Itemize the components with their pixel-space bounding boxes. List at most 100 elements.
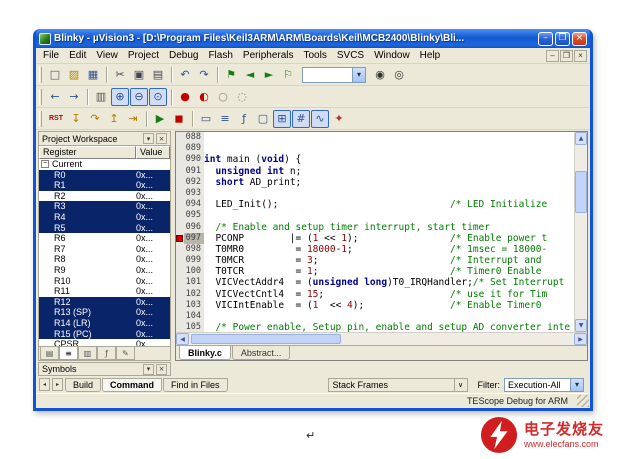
register-row-r9[interactable]: R90x...: [39, 265, 170, 276]
register-row-r1[interactable]: R10x...: [39, 180, 170, 191]
breakpoint-icon[interactable]: [176, 235, 183, 242]
breakpoint-margin[interactable]: [176, 154, 184, 165]
breakpoint-margin[interactable]: [176, 166, 184, 177]
kill-all-breakpoints-icon[interactable]: ◌: [233, 88, 251, 106]
column-header-value[interactable]: Value: [136, 146, 170, 159]
undo-icon[interactable]: ↶: [176, 66, 194, 84]
disable-breakpoint-icon[interactable]: ◐: [195, 88, 213, 106]
zoom-full-icon[interactable]: ⊙: [149, 88, 167, 106]
code-text[interactable]: /* Enable and setup timer interrupt, sta…: [204, 222, 574, 233]
logic-analyzer-icon[interactable]: ∿: [311, 110, 329, 128]
code-text[interactable]: [204, 132, 574, 143]
code-text[interactable]: PCONP |= (1 << 1); /* Enable power t: [204, 233, 574, 244]
code-text[interactable]: /* Power enable, Setup pin, enable and s…: [204, 322, 574, 332]
minimize-button[interactable]: –: [538, 32, 553, 46]
workspace-tab-books[interactable]: ▥: [78, 347, 97, 360]
code-text[interactable]: [204, 210, 574, 221]
stack-frames-panel[interactable]: Stack Frames ∨: [328, 378, 468, 392]
register-row-r12[interactable]: R120x...: [39, 297, 170, 308]
code-text[interactable]: unsigned int n;: [204, 166, 574, 177]
vertical-scroll-thumb[interactable]: [575, 171, 587, 213]
breakpoint-margin[interactable]: [176, 277, 184, 288]
breakpoint-margin[interactable]: [176, 322, 184, 332]
scroll-down-icon[interactable]: ▼: [575, 319, 587, 332]
register-row-r5[interactable]: R50x...: [39, 223, 170, 234]
code-text[interactable]: short AD_print;: [204, 177, 574, 188]
register-row-cpsr[interactable]: CPSR0x...: [39, 339, 170, 346]
code-text[interactable]: int main (void) {: [204, 154, 574, 165]
code-text[interactable]: VICVectCntl4 = 15; /* use it for Tim: [204, 289, 574, 300]
toolbar-grip[interactable]: [39, 89, 42, 105]
workspace-tab-templates[interactable]: ✎: [116, 347, 135, 360]
find-icon[interactable]: ◉: [371, 66, 389, 84]
code-text[interactable]: T0MCR = 3; /* Interrupt and: [204, 255, 574, 266]
paste-icon[interactable]: ▤: [149, 66, 167, 84]
chevron-down-icon[interactable]: ∨: [454, 379, 467, 391]
step-into-icon[interactable]: ↧: [67, 110, 85, 128]
code-text[interactable]: [204, 311, 574, 322]
breakpoint-margin[interactable]: [176, 210, 184, 221]
disassembly-window-icon[interactable]: ≡: [216, 110, 234, 128]
chevron-down-icon[interactable]: ▾: [352, 68, 365, 82]
doc-tab-abstract[interactable]: Abstract...: [232, 346, 291, 360]
menu-item-help[interactable]: Help: [415, 49, 446, 62]
step-over-icon[interactable]: ↷: [86, 110, 104, 128]
output-tab-command[interactable]: Command: [102, 378, 162, 392]
scroll-left-icon[interactable]: ◀: [176, 333, 189, 345]
redo-icon[interactable]: ↷: [195, 66, 213, 84]
breakpoint-margin[interactable]: [176, 177, 184, 188]
code-text[interactable]: [204, 143, 574, 154]
command-window-icon[interactable]: ▭: [197, 110, 215, 128]
menu-item-tools[interactable]: Tools: [299, 49, 332, 62]
horizontal-scrollbar[interactable]: ◀ ▶: [176, 332, 587, 345]
menu-item-view[interactable]: View: [91, 49, 123, 62]
register-row-r2[interactable]: R20x...: [39, 191, 170, 202]
register-row-r0[interactable]: R00x...: [39, 170, 170, 181]
pin-icon[interactable]: ▾: [143, 133, 154, 144]
code-text[interactable]: VICIntEnable = (1 << 4); /* Enable Timer…: [204, 300, 574, 311]
collapse-icon[interactable]: −: [41, 160, 49, 168]
breakpoint-margin[interactable]: [176, 266, 184, 277]
breakpoint-margin[interactable]: [176, 188, 184, 199]
menu-item-window[interactable]: Window: [369, 49, 415, 62]
bookmark-toggle-icon[interactable]: ⚑: [222, 66, 240, 84]
toggle-breakpoint-icon[interactable]: ●: [176, 88, 194, 106]
register-row-r13-sp[interactable]: R13 (SP)0x...: [39, 307, 170, 318]
breakpoint-margin[interactable]: [176, 132, 184, 143]
workspace-tab-registers[interactable]: ≡: [59, 347, 78, 360]
code-text[interactable]: T0TCR = 1; /* Timer0 Enable: [204, 266, 574, 277]
doc-tab-blinky-c[interactable]: Blinky.c: [179, 346, 231, 360]
tab-scroll-right-icon[interactable]: ▸: [52, 378, 63, 391]
register-row-r8[interactable]: R80x...: [39, 254, 170, 265]
disable-all-breakpoints-icon[interactable]: ○: [214, 88, 232, 106]
breakpoint-margin[interactable]: [176, 289, 184, 300]
menu-item-svcs[interactable]: SVCS: [332, 49, 369, 62]
go-icon[interactable]: ▶: [151, 110, 169, 128]
menu-item-peripherals[interactable]: Peripherals: [238, 49, 299, 62]
next-bookmark-icon[interactable]: ►: [260, 66, 278, 84]
copy-icon[interactable]: ▣: [130, 66, 148, 84]
new-file-icon[interactable]: □: [46, 66, 64, 84]
code-text[interactable]: [204, 188, 574, 199]
run-to-cursor-icon[interactable]: ⇥: [124, 110, 142, 128]
breakpoint-margin[interactable]: [176, 255, 184, 266]
output-tab-build[interactable]: Build: [65, 378, 101, 392]
workspace-tab-functions[interactable]: ƒ: [97, 347, 116, 360]
menu-item-edit[interactable]: Edit: [64, 49, 91, 62]
register-row-r6[interactable]: R60x...: [39, 233, 170, 244]
register-row-r4[interactable]: R40x...: [39, 212, 170, 223]
filter-combobox[interactable]: Execution-All ▾: [504, 378, 584, 392]
breakpoint-margin[interactable]: [176, 222, 184, 233]
step-out-icon[interactable]: ↥: [105, 110, 123, 128]
code-lines[interactable]: 088089090int main (void) {091 unsigned i…: [176, 132, 574, 332]
menu-item-file[interactable]: File: [38, 49, 64, 62]
open-file-icon[interactable]: ▨: [65, 66, 83, 84]
resize-grip[interactable]: [577, 395, 589, 407]
horizontal-scroll-thumb[interactable]: [191, 334, 341, 344]
scroll-right-icon[interactable]: ▶: [574, 333, 587, 345]
breakpoint-margin[interactable]: [176, 143, 184, 154]
mdi-minimize-button[interactable]: –: [546, 50, 559, 62]
register-row-r15-pc[interactable]: R15 (PC)0x...: [39, 329, 170, 340]
breakpoint-margin[interactable]: [176, 233, 184, 244]
watch-window-icon[interactable]: ▢: [254, 110, 272, 128]
